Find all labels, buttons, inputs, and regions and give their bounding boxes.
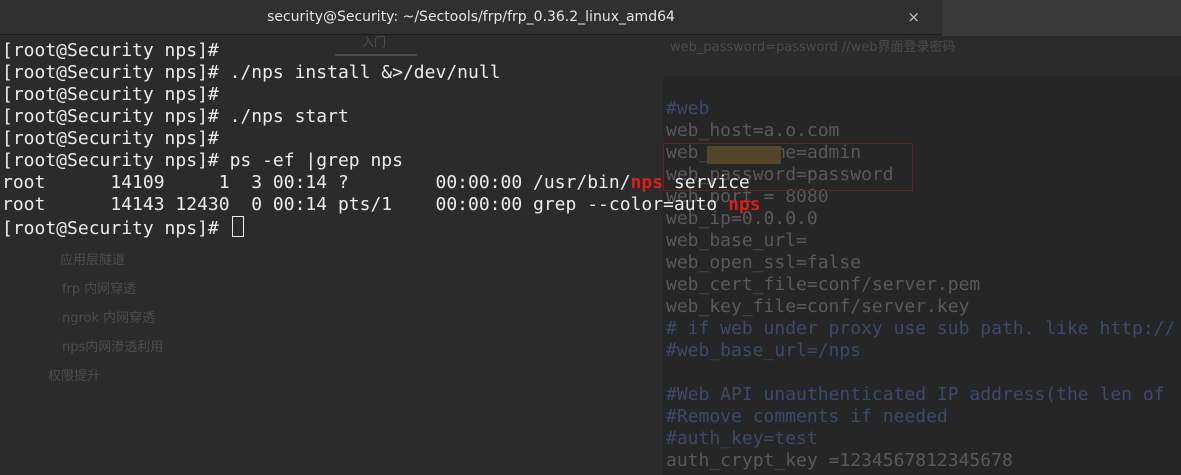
background-editor-line: # if web under proxy use sub path. like …	[666, 318, 1176, 339]
terminal-line: [root@Security nps]# ./nps install &>/de…	[0, 62, 1181, 84]
text-cursor	[231, 216, 244, 237]
command: ./nps start	[229, 106, 349, 127]
background-editor-line: #Remove comments if needed	[666, 406, 948, 427]
terminal-line: [root@Security nps]#	[0, 84, 1181, 106]
background-sidebar-item: nps内网渗透利用	[62, 340, 164, 355]
terminal-line: [root@Security nps]#	[0, 128, 1181, 150]
prompt: [root@Security nps]#	[2, 128, 219, 149]
ps-row-text: root 14143 12430 0 00:14 pts/1 00:00:00 …	[2, 194, 729, 215]
window-title: security@Security: ~/Sectools/frp/frp_0.…	[267, 9, 675, 25]
prompt: [root@Security nps]#	[2, 150, 230, 171]
background-sidebar-item: 权限提升	[48, 369, 101, 384]
close-icon[interactable]: ×	[907, 0, 920, 34]
ps-row-text: root 14109 1 3 00:14 ? 00:00:00 /usr/bin…	[2, 172, 631, 193]
prompt: [root@Security nps]#	[2, 62, 230, 83]
prompt: [root@Security nps]#	[2, 40, 219, 61]
terminal-line: [root@Security nps]#	[0, 40, 1181, 62]
ps-output-row: root 14109 1 3 00:14 ? 00:00:00 /usr/bin…	[0, 172, 1181, 194]
terminal-output[interactable]: [root@Security nps]# [root@Security nps]…	[0, 40, 1181, 239]
ps-output-row: root 14143 12430 0 00:14 pts/1 00:00:00 …	[0, 194, 1181, 216]
background-sidebar-item: ngrok 内网穿透	[62, 311, 156, 326]
background-editor-line: #web_base_url=/nps	[666, 340, 862, 361]
background-editor-line: #auth_key=test	[666, 428, 818, 449]
prompt: [root@Security nps]#	[2, 84, 219, 105]
background-editor-line: #Web API unauthenticated IP address(the …	[666, 384, 1165, 405]
background-editor-line: auth_crypt_key =1234567812345678	[666, 450, 1013, 471]
terminal-titlebar[interactable]: security@Security: ~/Sectools/frp/frp_0.…	[0, 0, 942, 35]
background-sidebar-item: frp 内网穿透	[62, 282, 137, 297]
prompt: [root@Security nps]#	[2, 218, 230, 239]
grep-match: nps	[728, 194, 761, 215]
command: ./nps install &>/dev/null	[229, 62, 501, 83]
terminal-line: [root@Security nps]# ./nps start	[0, 106, 1181, 128]
terminal-line: [root@Security nps]# ps -ef |grep nps	[0, 150, 1181, 172]
ps-row-text: service	[663, 172, 750, 193]
command: ps -ef |grep nps	[229, 150, 403, 171]
grep-match: nps	[630, 172, 664, 193]
background-window-edge	[942, 0, 1181, 36]
background-editor-line: web_open_ssl=false	[666, 252, 862, 273]
terminal-line[interactable]: [root@Security nps]#	[0, 216, 1181, 239]
background-editor-line: web_cert_file=conf/server.pem	[666, 274, 981, 295]
prompt: [root@Security nps]#	[2, 106, 230, 127]
background-editor-line: web_key_file=conf/server.key	[666, 296, 970, 317]
background-sidebar-item: 应用层隧道	[60, 253, 126, 268]
